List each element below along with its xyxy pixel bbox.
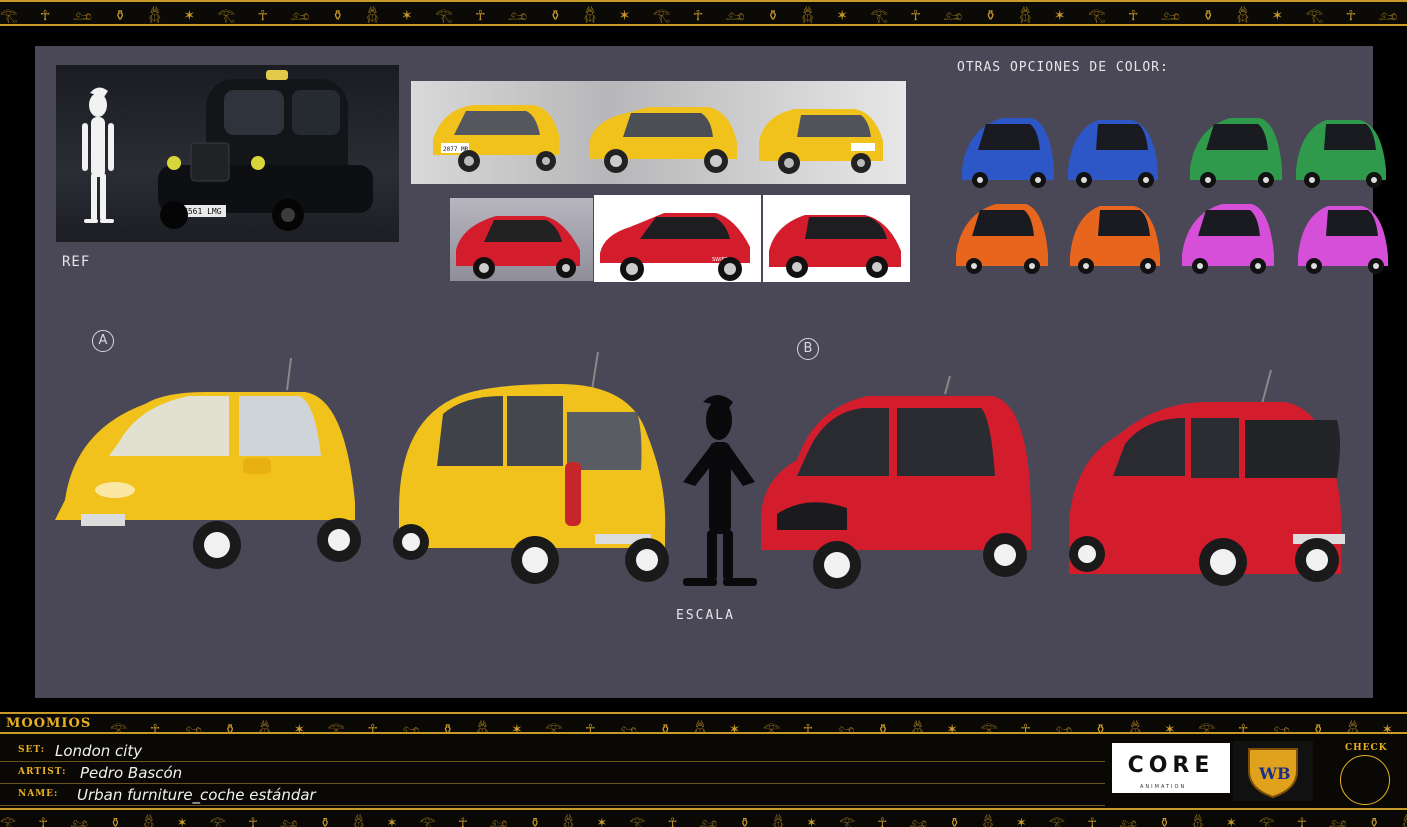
set-row: SET: London city bbox=[0, 740, 1105, 762]
scale-character-silhouette bbox=[683, 395, 757, 586]
reference-taxi-photo: K561 LMG bbox=[56, 65, 399, 242]
red-car-photo-side: SWIFT bbox=[594, 195, 761, 282]
set-value: London city bbox=[55, 742, 143, 760]
check-label: CHECK bbox=[1345, 743, 1388, 753]
option-a-yellow-car-front bbox=[55, 357, 361, 569]
option-b-red-car-rear bbox=[1069, 369, 1345, 586]
orange-car-front bbox=[956, 204, 1048, 274]
scale-label: ESCALA bbox=[676, 608, 735, 623]
name-key: NAME: bbox=[18, 789, 59, 799]
top-hieroglyph-band: 𓂀 ☥ 𓃭 ⚱ 𓆣 ✶ 𓂀 ☥ 𓃭 ⚱ 𓆣 ✶ 𓂀 ☥ 𓃭 ⚱ 𓆣 ✶ 𓂀 ☥ … bbox=[0, 0, 1407, 26]
option-b-red-car-front bbox=[761, 375, 1031, 589]
bottom-hieroglyph-band: 𓂀 ☥ 𓃭 ⚱ 𓆣 ✶ 𓂀 ☥ 𓃭 ⚱ 𓆣 ✶ 𓂀 ☥ 𓃭 ⚱ 𓆣 ✶ 𓂀 ☥ … bbox=[0, 808, 1407, 827]
hieroglyph-icon: 𓂀 ☥ 𓃭 ⚱ 𓆣 ✶ 𓂀 ☥ 𓃭 ⚱ 𓆣 ✶ 𓂀 ☥ 𓃭 ⚱ 𓆣 ✶ 𓂀 ☥ … bbox=[0, 816, 1407, 827]
pink-car-rear bbox=[1298, 206, 1388, 274]
hieroglyph-icon: 𓂀 ☥ 𓃭 ⚱ 𓆣 ✶ 𓂀 ☥ 𓃭 ⚱ 𓆣 ✶ 𓂀 ☥ 𓃭 ⚱ 𓆣 ✶ 𓂀 ☥ … bbox=[0, 8, 1407, 24]
yellow-car-photo-front: 2077 MR bbox=[433, 105, 559, 172]
core-animation-subtitle: ANIMATION bbox=[1140, 784, 1187, 790]
yellow-cars-illustration: 2077 MR bbox=[433, 105, 883, 174]
artist-value: Pedro Bascón bbox=[80, 764, 183, 782]
red-car-photo-front bbox=[450, 198, 593, 281]
green-car-rear bbox=[1296, 120, 1386, 188]
info-hieroglyph-band: 𓂀 ☥ 𓃭 ⚱ 𓆣 ✶ 𓂀 ☥ 𓃭 ⚱ 𓆣 ✶ 𓂀 ☥ 𓃭 ⚱ 𓆣 ✶ 𓂀 ☥ … bbox=[0, 712, 1407, 734]
artist-key: ARTIST: bbox=[18, 767, 67, 777]
name-value: Urban furniture_coche estándar bbox=[77, 786, 316, 804]
option-a-yellow-car-rear bbox=[393, 351, 669, 584]
character-silhouette bbox=[82, 87, 114, 223]
taxi-illustration: K561 LMG bbox=[82, 70, 373, 231]
check-circle bbox=[1340, 755, 1390, 805]
concept-cars bbox=[55, 351, 1345, 589]
yellow-car-photo-side bbox=[589, 107, 737, 173]
hieroglyph-icon: 𓂀 ☥ 𓃭 ⚱ 𓆣 ✶ 𓂀 ☥ 𓃭 ⚱ 𓆣 ✶ 𓂀 ☥ 𓃭 ⚱ 𓆣 ✶ 𓂀 ☥ … bbox=[110, 722, 1407, 734]
blue-car-rear bbox=[1068, 120, 1158, 188]
set-key: SET: bbox=[18, 745, 46, 755]
orange-car-rear bbox=[1070, 206, 1160, 274]
other-color-options-label: OTRAS OPCIONES DE COLOR: bbox=[957, 60, 1169, 75]
color-options-grid bbox=[956, 118, 1388, 274]
name-row: NAME: Urban furniture_coche estándar bbox=[0, 784, 1105, 806]
option-a-label: A bbox=[92, 330, 114, 352]
taxi-plate-text: K561 LMG bbox=[183, 207, 222, 216]
blue-car-front bbox=[962, 118, 1054, 188]
artist-row: ARTIST: Pedro Bascón bbox=[0, 762, 1105, 784]
brand-title: MOOMIOS bbox=[6, 716, 92, 731]
wb-logo: WB bbox=[1233, 741, 1313, 801]
yellow-car-photo-rear bbox=[759, 109, 883, 174]
red-car-photo-rear bbox=[763, 195, 910, 282]
ref-label: REF bbox=[62, 254, 91, 270]
pink-car-front bbox=[1182, 204, 1274, 274]
black-taxi: K561 LMG bbox=[158, 70, 373, 231]
yellow-car-reference-photos: 2077 MR bbox=[411, 81, 906, 184]
green-car-front bbox=[1190, 118, 1282, 188]
wb-logo-text: WB bbox=[1258, 764, 1291, 783]
wb-shield-icon: WB bbox=[1248, 748, 1298, 799]
